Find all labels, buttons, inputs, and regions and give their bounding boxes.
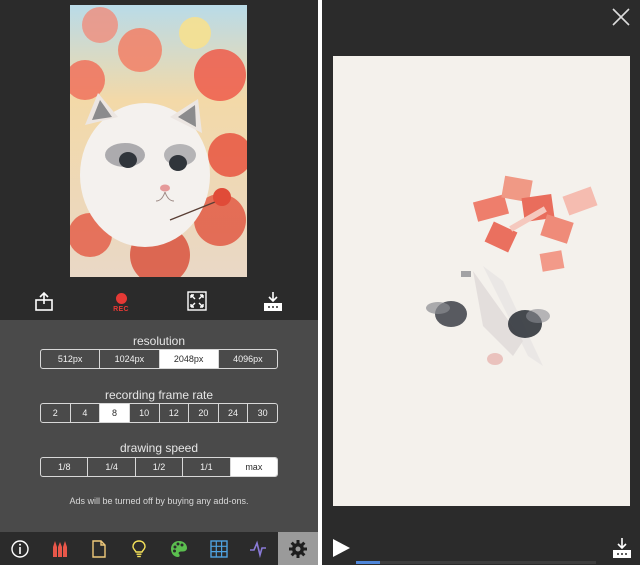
grid-icon: [209, 539, 228, 558]
playback-toolbar: REC: [0, 284, 318, 318]
frame-rate-option[interactable]: 30: [248, 404, 277, 422]
ads-note: Ads will be turned off by buying any add…: [69, 496, 249, 506]
frame-rate-selector: 2 4 8 10 12 20 24 30: [40, 403, 278, 423]
brushes-icon: [52, 540, 67, 557]
drawing-speed-option[interactable]: 1/1: [183, 458, 231, 476]
resolution-option[interactable]: 2048px: [159, 350, 219, 368]
close-icon: [612, 8, 630, 26]
tab-palette[interactable]: [159, 532, 199, 565]
download-icon: [613, 538, 631, 558]
play-button[interactable]: [330, 537, 352, 559]
resolution-option[interactable]: 4096px: [219, 350, 277, 368]
save-button[interactable]: [256, 284, 290, 318]
artwork-preview: [70, 5, 247, 277]
tab-settings[interactable]: [278, 532, 318, 565]
frame-rate-option[interactable]: 10: [130, 404, 160, 422]
playback-progress-fill: [356, 561, 380, 564]
frame-rate-option[interactable]: 20: [189, 404, 219, 422]
drawing-speed-option[interactable]: 1/4: [88, 458, 136, 476]
editor-panel: REC resolution 512px 1024px 2048px 4096px r…: [0, 0, 318, 565]
drawing-speed-option[interactable]: 1/8: [41, 458, 89, 476]
close-button[interactable]: [610, 6, 632, 28]
drawing-canvas: [333, 56, 630, 506]
lightbulb-icon: [132, 539, 146, 557]
save-video-button[interactable]: [610, 536, 634, 560]
tab-grid[interactable]: [199, 532, 239, 565]
tab-document[interactable]: [80, 532, 120, 565]
drawing-speed-selector: 1/8 1/4 1/2 1/1 max: [40, 457, 278, 477]
resolution-title: resolution: [132, 334, 186, 348]
resolution-option[interactable]: 512px: [41, 350, 101, 368]
drawing-speed-title: drawing speed: [119, 441, 199, 455]
download-icon: [264, 292, 282, 311]
frame-rate-option[interactable]: 24: [219, 404, 249, 422]
tab-ideas[interactable]: [119, 532, 159, 565]
record-button[interactable]: REC: [104, 284, 138, 318]
resolution-selector: 512px 1024px 2048px 4096px: [40, 349, 278, 369]
tab-info[interactable]: [0, 532, 40, 565]
info-icon: [11, 539, 29, 558]
resolution-option[interactable]: 1024px: [100, 350, 160, 368]
drawing-speed-option[interactable]: 1/2: [136, 458, 184, 476]
tab-waveform[interactable]: [239, 532, 279, 565]
record-icon: [115, 293, 127, 304]
play-icon: [333, 539, 350, 557]
bottom-tab-bar: [0, 532, 318, 565]
frame-rate-title: recording frame rate: [104, 388, 214, 402]
record-label: REC: [113, 306, 129, 313]
palette-icon: [170, 540, 187, 557]
tab-brushes[interactable]: [40, 532, 80, 565]
playback-progress[interactable]: [356, 561, 596, 564]
settings-panel: resolution 512px 1024px 2048px 4096px recor…: [0, 320, 318, 532]
document-icon: [92, 539, 107, 558]
drawing-speed-option[interactable]: max: [230, 458, 277, 476]
frame-rate-option[interactable]: 2: [41, 404, 71, 422]
gear-icon: [289, 539, 308, 558]
waveform-icon: [250, 540, 267, 558]
fullscreen-button[interactable]: [180, 284, 214, 318]
frame-rate-option[interactable]: 4: [71, 404, 101, 422]
fullscreen-icon: [187, 291, 207, 311]
frame-rate-option[interactable]: 12: [160, 404, 190, 422]
export-button[interactable]: [27, 284, 61, 318]
frame-rate-option[interactable]: 8: [100, 404, 130, 422]
player-panel: [322, 0, 640, 565]
share-icon: [35, 291, 53, 311]
